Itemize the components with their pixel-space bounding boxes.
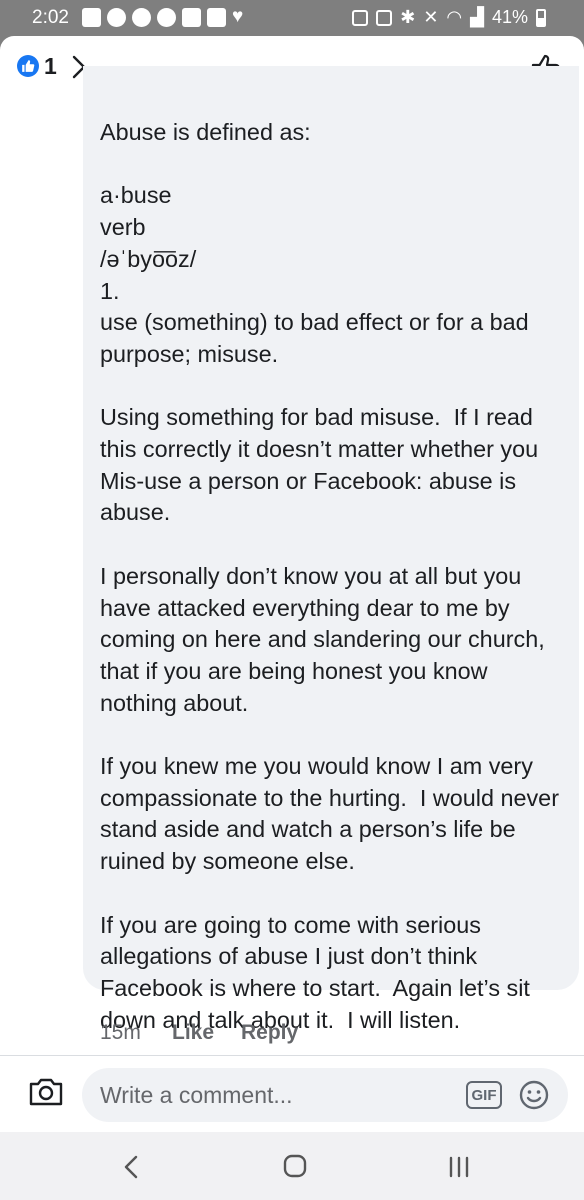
notification-app-icon (82, 7, 101, 27)
notification-app-icon (182, 7, 201, 27)
recent-apps-icon[interactable] (446, 1154, 472, 1185)
system-icons: ✱ ✕ ◠ ▟ 41% (352, 7, 546, 28)
reaction-count[interactable]: 1 (44, 53, 57, 80)
messenger-icon (107, 7, 126, 27)
comment-time: 15m (100, 1021, 141, 1044)
facebook-icon (132, 7, 151, 27)
notification-app-icon (157, 7, 176, 27)
emoji-icon[interactable] (518, 1079, 550, 1116)
comment-input[interactable]: Write a comment... GIF (82, 1068, 568, 1122)
nfc-icon (352, 9, 369, 26)
comment-placeholder: Write a comment... (100, 1082, 293, 1108)
gallery-icon (207, 7, 226, 27)
notification-icons: ♥ (82, 6, 243, 28)
home-icon[interactable] (282, 1153, 308, 1184)
battery-icon (536, 8, 546, 27)
status-time: 2:02 (32, 7, 69, 28)
reply-link[interactable]: Reply (241, 1021, 298, 1045)
wifi-icon: ◠ (446, 7, 463, 27)
heart-icon: ♥ (232, 6, 244, 27)
back-icon[interactable] (120, 1154, 142, 1185)
camera-icon[interactable] (28, 1076, 64, 1113)
like-reaction-icon[interactable] (17, 55, 39, 77)
battery-percentage: 41% (491, 7, 528, 27)
gif-button[interactable]: GIF (466, 1081, 502, 1109)
like-link[interactable]: Like (172, 1021, 214, 1045)
mute-icon: ✕ (423, 7, 439, 27)
signal-icon: ▟ (470, 7, 484, 27)
divider (0, 1055, 584, 1056)
status-bar: 2:02 ♥ ✱ ✕ ◠ ▟ 41% (0, 0, 584, 36)
alarm-icon (376, 9, 393, 26)
comment-text: Abuse is defined as: a·buse verb /əˈbyo͞… (100, 119, 559, 1033)
system-nav-bar (0, 1132, 584, 1200)
bluetooth-icon: ✱ (400, 7, 416, 27)
